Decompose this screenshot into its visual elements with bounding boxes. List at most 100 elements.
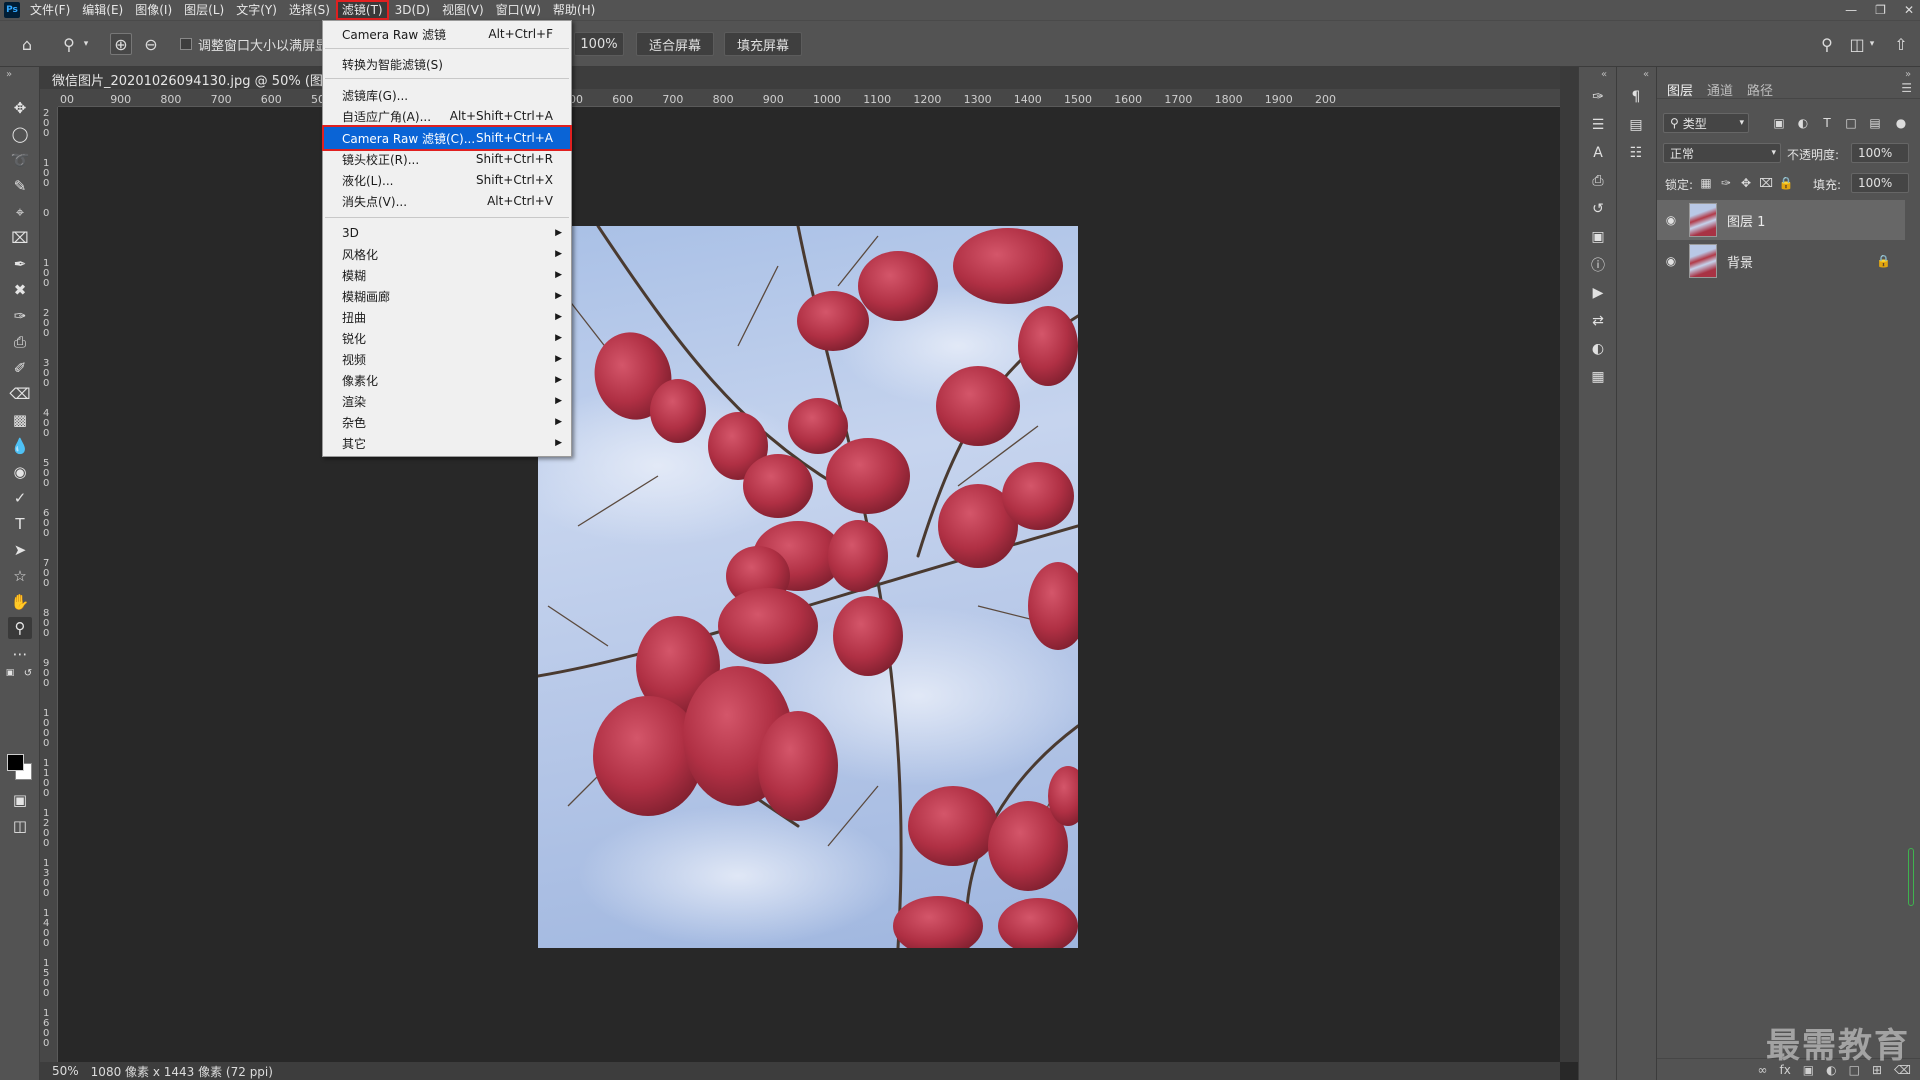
actions-play-icon[interactable]: ▶ <box>1588 283 1608 303</box>
filter-pixel-icon[interactable]: ▣ <box>1771 115 1787 131</box>
healing-tool-icon[interactable]: ✖ <box>8 279 32 301</box>
submenu-3d[interactable]: 3D ▶ <box>324 223 570 243</box>
frame-tool-icon[interactable]: ⌧ <box>8 227 32 249</box>
chevron-down-icon[interactable]: ▾ <box>80 33 92 55</box>
zoom-out-icon[interactable]: ⊖ <box>140 33 162 55</box>
filter-smart-object-icon[interactable]: ▤ <box>1867 115 1883 131</box>
submenu-sharpen[interactable]: 锐化 ▶ <box>324 328 570 348</box>
blur-tool-icon[interactable]: 💧 <box>8 435 32 457</box>
menu-help[interactable]: 帮助(H) <box>547 0 601 20</box>
swap-colors-icon[interactable]: ↺ <box>22 667 34 679</box>
brush-settings-icon[interactable]: ✑ <box>1588 87 1608 107</box>
adjustments-icon[interactable]: ☰ <box>1588 115 1608 135</box>
status-zoom[interactable]: 50% <box>40 1064 87 1078</box>
hand-tool-icon[interactable]: ✋ <box>8 591 32 613</box>
marquee-tool-icon[interactable]: ◯ <box>8 123 32 145</box>
shape-tool-icon[interactable]: ☆ <box>8 565 32 587</box>
document-tab[interactable]: 微信图片_20201026094130.jpg @ 50% (图层 1, <box>40 67 1560 89</box>
tab-layers[interactable]: 图层 <box>1667 80 1693 99</box>
zoom-in-icon[interactable]: ⊕ <box>110 33 132 55</box>
filter-type-icon[interactable]: T <box>1819 115 1835 131</box>
submenu-pixelate[interactable]: 像素化 ▶ <box>324 370 570 390</box>
submenu-blur[interactable]: 模糊 ▶ <box>324 265 570 285</box>
menu-filter[interactable]: 滤镜(T) <box>335 0 389 20</box>
close-icon[interactable]: ✕ <box>1904 3 1914 17</box>
submenu-stylize[interactable]: 风格化 ▶ <box>324 244 570 264</box>
menu-edit[interactable]: 编辑(E) <box>76 0 129 20</box>
stamp-tool-icon[interactable]: ⎙ <box>8 331 32 353</box>
libraries-icon[interactable]: ▣ <box>1588 227 1608 247</box>
menu-3d[interactable]: 3D(D) <box>389 0 436 20</box>
lock-transparent-icon[interactable]: ▦ <box>1699 176 1713 190</box>
fit-screen-button[interactable]: 适合屏幕 <box>636 32 714 56</box>
character-panel-icon[interactable]: A <box>1588 143 1608 163</box>
filter-adjustment-icon[interactable]: ◐ <box>1795 115 1811 131</box>
eye-icon[interactable]: ◉ <box>1657 254 1685 268</box>
menu-view[interactable]: 视图(V) <box>436 0 490 20</box>
collapse-dock-icon[interactable]: « <box>1601 69 1607 80</box>
quick-mask-icon[interactable]: ▣ <box>8 789 32 811</box>
workspace-chevron-icon[interactable]: ▾ <box>1866 33 1878 55</box>
path-select-tool-icon[interactable]: ➤ <box>8 539 32 561</box>
layer-name[interactable]: 背景 <box>1727 252 1753 271</box>
menu-item-adaptive-wide-angle[interactable]: 自适应广角(A)... Alt+Shift+Ctrl+A <box>324 106 570 126</box>
canvas-scrollbar[interactable] <box>1560 67 1578 1062</box>
menu-window[interactable]: 窗口(W) <box>490 0 547 20</box>
ruler-corner[interactable] <box>40 89 58 107</box>
menu-type[interactable]: 文字(Y) <box>230 0 283 20</box>
eyedropper-tool-icon[interactable]: ✒ <box>8 253 32 275</box>
menu-item-filter-gallery[interactable]: 滤镜库(G)... <box>324 85 570 105</box>
blend-mode-select[interactable]: 正常 ▾ <box>1663 143 1781 163</box>
info-icon[interactable]: ⓘ <box>1588 255 1608 275</box>
type-tool-icon[interactable]: T <box>8 513 32 535</box>
eraser-tool-icon[interactable]: ⌫ <box>8 383 32 405</box>
submenu-distort[interactable]: 扭曲 ▶ <box>324 307 570 327</box>
menu-item-liquify[interactable]: 液化(L)... Shift+Ctrl+X <box>324 170 570 190</box>
menu-item-camera-raw-filter[interactable]: Camera Raw 滤镜(C)... Shift+Ctrl+A <box>322 125 572 151</box>
clone-source-icon[interactable]: ⎙ <box>1588 171 1608 191</box>
collapse-dock2-icon[interactable]: « <box>1643 69 1649 80</box>
zoom-100-button[interactable]: 100% <box>574 32 624 56</box>
more-tools-icon[interactable]: ⋯ <box>8 643 32 665</box>
gradient-tool-icon[interactable]: ▩ <box>8 409 32 431</box>
menu-item-convert-smart-filter[interactable]: 转换为智能滤镜(S) <box>324 54 570 74</box>
fill-input[interactable]: 100% <box>1851 173 1909 193</box>
eye-icon[interactable]: ◉ <box>1657 213 1685 227</box>
layer-row[interactable]: ◉ 图层 1 <box>1657 200 1905 240</box>
resize-windows-checkbox[interactable] <box>180 38 192 50</box>
minimize-icon[interactable]: — <box>1845 3 1857 17</box>
dodge-tool-icon[interactable]: ◉ <box>8 461 32 483</box>
lock-artboard-icon[interactable]: ⌧ <box>1759 176 1773 190</box>
lock-pixels-icon[interactable]: ✑ <box>1719 176 1733 190</box>
lock-all-icon[interactable]: 🔒 <box>1779 176 1794 190</box>
zoom-tool-icon[interactable]: ⚲ <box>8 617 32 639</box>
lasso-tool-icon[interactable]: ➰ <box>8 149 32 171</box>
paragraph-icon[interactable]: ¶ <box>1626 87 1646 107</box>
restore-icon[interactable]: ❐ <box>1875 3 1886 17</box>
layer-filter-select[interactable]: ⚲ 类型 ▾ <box>1663 113 1749 133</box>
share-icon[interactable]: ⇧ <box>1890 33 1912 55</box>
panel-scroll-indicator[interactable] <box>1908 848 1914 906</box>
menu-item-camera-raw-last[interactable]: Camera Raw 滤镜 Alt+Ctrl+F <box>324 24 570 44</box>
submenu-blur-gallery[interactable]: 模糊画廊 ▶ <box>324 286 570 306</box>
workspace-icon[interactable]: ◫ <box>1846 33 1868 55</box>
screen-mode-icon[interactable]: ◫ <box>8 815 32 837</box>
default-colors-icon[interactable]: ▣ <box>4 667 16 679</box>
search-icon[interactable]: ⚲ <box>1816 33 1838 55</box>
document-photo[interactable] <box>538 226 1078 948</box>
timeline-icon[interactable]: ⇄ <box>1588 311 1608 331</box>
lock-position-icon[interactable]: ✥ <box>1739 176 1753 190</box>
filter-shape-icon[interactable]: □ <box>1843 115 1859 131</box>
layer-row[interactable]: ◉ 背景 🔒 <box>1657 241 1905 281</box>
status-document-info[interactable]: 1080 像素 x 1443 像素 (72 ppi) <box>87 1063 273 1080</box>
canvas-area[interactable] <box>58 107 1560 1062</box>
photoshop-logo-icon[interactable]: Ps <box>4 2 20 18</box>
brush-tool-icon[interactable]: ✑ <box>8 305 32 327</box>
notes-icon[interactable]: ☷ <box>1626 143 1646 163</box>
vertical-ruler[interactable]: 200 100 0 100 200 300 400 500 600 700 800 900 1000 11… <box>40 107 58 1062</box>
swatches-grid-icon[interactable]: ▦ <box>1588 367 1608 387</box>
menu-file[interactable]: 文件(F) <box>24 0 76 20</box>
filter-toggle-icon[interactable]: ● <box>1893 115 1909 131</box>
zoom-tool-icon[interactable]: ⚲ <box>58 33 80 55</box>
menu-item-lens-correction[interactable]: 镜头校正(R)... Shift+Ctrl+R <box>324 149 570 169</box>
